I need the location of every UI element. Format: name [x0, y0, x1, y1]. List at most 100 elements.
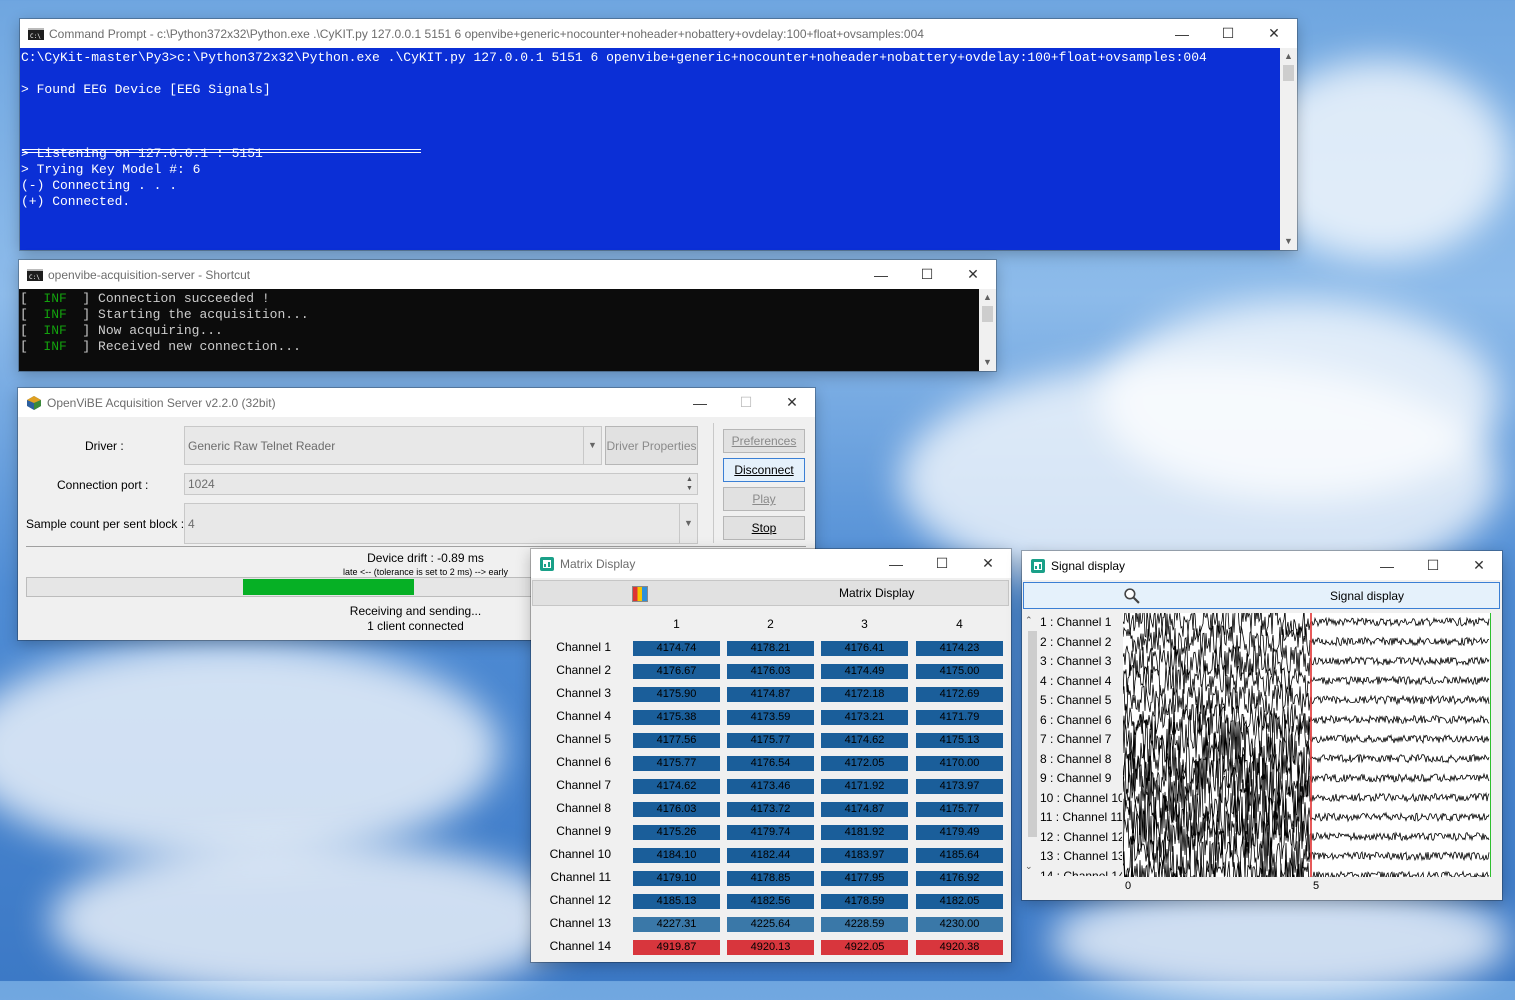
matrix-cell: 4174.62 — [633, 779, 720, 794]
minimize-button[interactable]: — — [873, 549, 919, 578]
channel-label-list: 1 : Channel 1 2 : Channel 2 3 : Channel 3 4… — [1040, 613, 1122, 876]
scroll-down-icon[interactable]: ▼ — [979, 354, 996, 371]
maximize-button[interactable]: ☐ — [1410, 551, 1456, 580]
chevron-down-icon[interactable]: ▼ — [679, 504, 697, 543]
maximize-button[interactable]: ☐ — [1205, 19, 1251, 48]
drift-bar — [26, 577, 533, 597]
channel-label[interactable]: 7 : Channel 7 — [1040, 732, 1111, 746]
channel-label[interactable]: 3 : Channel 3 — [1040, 654, 1111, 668]
log-tag: INF — [43, 307, 67, 322]
cursor-line — [1310, 613, 1312, 877]
cmd-scrollbar[interactable]: ▲ ▼ — [1280, 48, 1297, 250]
channel-label[interactable]: 6 : Channel 6 — [1040, 713, 1111, 727]
channel-label[interactable]: 5 : Channel 5 — [1040, 693, 1111, 707]
matrix-cell: 4177.56 — [633, 733, 720, 748]
matrix-cell: 4174.87 — [727, 687, 814, 702]
maximize-button[interactable]: ☐ — [919, 549, 965, 578]
minimize-button[interactable]: — — [858, 260, 904, 289]
matrix-cell: 4175.26 — [633, 825, 720, 840]
cmd-line — [21, 130, 1279, 146]
matrix-cell: 4919.87 — [633, 940, 720, 955]
chart-app-icon — [1031, 558, 1045, 573]
cmd-line — [21, 114, 1279, 130]
shortcut-titlebar[interactable]: C:\ openvibe-acquisition-server - Shortc… — [19, 260, 996, 289]
channel-label[interactable]: 8 : Channel 8 — [1040, 752, 1111, 766]
channel-label[interactable]: 10 : Channel 10 — [1040, 791, 1122, 805]
disconnect-button[interactable]: Disconnect — [723, 458, 805, 482]
cmd-output: C:\CyKit-master\Py3>c:\Python372x32\Pyth… — [21, 50, 1279, 210]
horizontal-divider — [26, 546, 806, 547]
signal-window: Signal display — ☐ ✕ Signal display ⌃ ⌄ … — [1022, 551, 1502, 900]
log-tag: INF — [43, 291, 67, 306]
scroll-thumb[interactable] — [1283, 65, 1294, 81]
minimize-button[interactable]: — — [1159, 19, 1205, 48]
matrix-cell: 4174.49 — [821, 664, 908, 679]
matrix-titlebar[interactable]: Matrix Display — ☐ ✕ — [531, 549, 1011, 578]
matrix-cell: 4920.38 — [916, 940, 1003, 955]
zoom-icon[interactable] — [1123, 587, 1140, 604]
acq-title: OpenViBE Acquisition Server v2.2.0 (32bi… — [47, 395, 276, 410]
scroll-thumb[interactable] — [982, 306, 993, 322]
cmd-titlebar[interactable]: C:\ Command Prompt - c:\Python372x32\Pyt… — [20, 19, 1297, 48]
cmd-console[interactable]: C:\CyKit-master\Py3>c:\Python372x32\Pyth… — [20, 48, 1297, 250]
close-button[interactable]: ✕ — [769, 388, 815, 417]
matrix-body: Matrix Display 1 2 3 4 Channel 1 4174.74 4178.… — [531, 578, 1011, 962]
driver-properties-button[interactable]: Driver Properties — [605, 426, 698, 465]
channel-scrollbar[interactable]: ⌃ ⌄ — [1025, 613, 1039, 879]
channel-label[interactable]: 13 : Channel 13 — [1040, 849, 1122, 863]
close-button[interactable]: ✕ — [1456, 551, 1502, 580]
close-button[interactable]: ✕ — [1251, 19, 1297, 48]
scroll-up-icon[interactable]: ▲ — [979, 289, 996, 306]
matrix-cell: 4176.03 — [633, 802, 720, 817]
play-button[interactable]: Play — [723, 487, 805, 511]
channel-label[interactable]: 1 : Channel 1 — [1040, 615, 1111, 629]
matrix-cell: 4171.79 — [916, 710, 1003, 725]
channel-label[interactable]: 14 : Channel 14 — [1040, 869, 1122, 877]
matrix-cell: 4175.77 — [727, 733, 814, 748]
acq-titlebar[interactable]: OpenViBE Acquisition Server v2.2.0 (32bi… — [18, 388, 815, 417]
channel-label[interactable]: 12 : Channel 12 — [1040, 830, 1122, 844]
matrix-cell: 4172.05 — [821, 756, 908, 771]
minimize-button[interactable]: — — [1364, 551, 1410, 580]
maximize-button[interactable]: ☐ — [904, 260, 950, 289]
matrix-cell: 4230.00 — [916, 917, 1003, 932]
log-message: Starting the acquisition... — [98, 307, 309, 322]
stop-button[interactable]: Stop — [723, 516, 805, 540]
signal-titlebar[interactable]: Signal display — ☐ ✕ — [1022, 551, 1502, 580]
matrix-cell: 4178.59 — [821, 894, 908, 909]
svg-text:C:\: C:\ — [30, 33, 41, 40]
channel-label[interactable]: 11 : Channel 11 — [1040, 810, 1122, 824]
scroll-up-icon[interactable]: ▲ — [1280, 48, 1297, 65]
sample-count-select[interactable]: 4 ▼ — [184, 503, 698, 544]
matrix-row-label: Channel 10 — [549, 847, 611, 861]
matrix-cell: 4922.05 — [821, 940, 908, 955]
driver-select[interactable]: Generic Raw Telnet Reader ▼ — [184, 426, 602, 465]
scroll-up-icon[interactable]: ⌃ — [1025, 615, 1033, 626]
shortcut-console[interactable]: [ INF ] Connection succeeded ![ INF ] St… — [19, 289, 996, 371]
matrix-row-label: Channel 12 — [549, 893, 611, 907]
matrix-cell: 4173.97 — [916, 779, 1003, 794]
preferences-button[interactable]: Preferences — [723, 429, 805, 453]
chevron-down-icon[interactable]: ▼ — [583, 427, 601, 464]
log-tag: INF — [43, 339, 67, 354]
minimize-button[interactable]: — — [677, 388, 723, 417]
matrix-cell: 4182.56 — [727, 894, 814, 909]
scroll-down-icon[interactable]: ⌄ — [1025, 861, 1033, 872]
matrix-cell: 4183.97 — [821, 848, 908, 863]
shortcut-scrollbar[interactable]: ▲ ▼ — [979, 289, 996, 371]
channel-label[interactable]: 9 : Channel 9 — [1040, 771, 1111, 785]
matrix-row-label: Channel 7 — [556, 778, 611, 792]
matrix-title: Matrix Display — [560, 556, 636, 571]
close-button[interactable]: ✕ — [950, 260, 996, 289]
close-button[interactable]: ✕ — [965, 549, 1011, 578]
matrix-cell: 4175.77 — [916, 802, 1003, 817]
scroll-down-icon[interactable]: ▼ — [1280, 233, 1297, 250]
channel-label[interactable]: 2 : Channel 2 — [1040, 635, 1111, 649]
scroll-thumb[interactable] — [1028, 631, 1037, 837]
eeg-trace — [1123, 731, 1490, 785]
maximize-button[interactable]: ☐ — [723, 388, 769, 417]
port-input[interactable]: 1024 ▲ ▼ — [184, 473, 698, 495]
channel-label[interactable]: 4 : Channel 4 — [1040, 674, 1111, 688]
matrix-cell: 4176.92 — [916, 871, 1003, 886]
spin-arrows-icon[interactable]: ▲ ▼ — [686, 475, 696, 493]
